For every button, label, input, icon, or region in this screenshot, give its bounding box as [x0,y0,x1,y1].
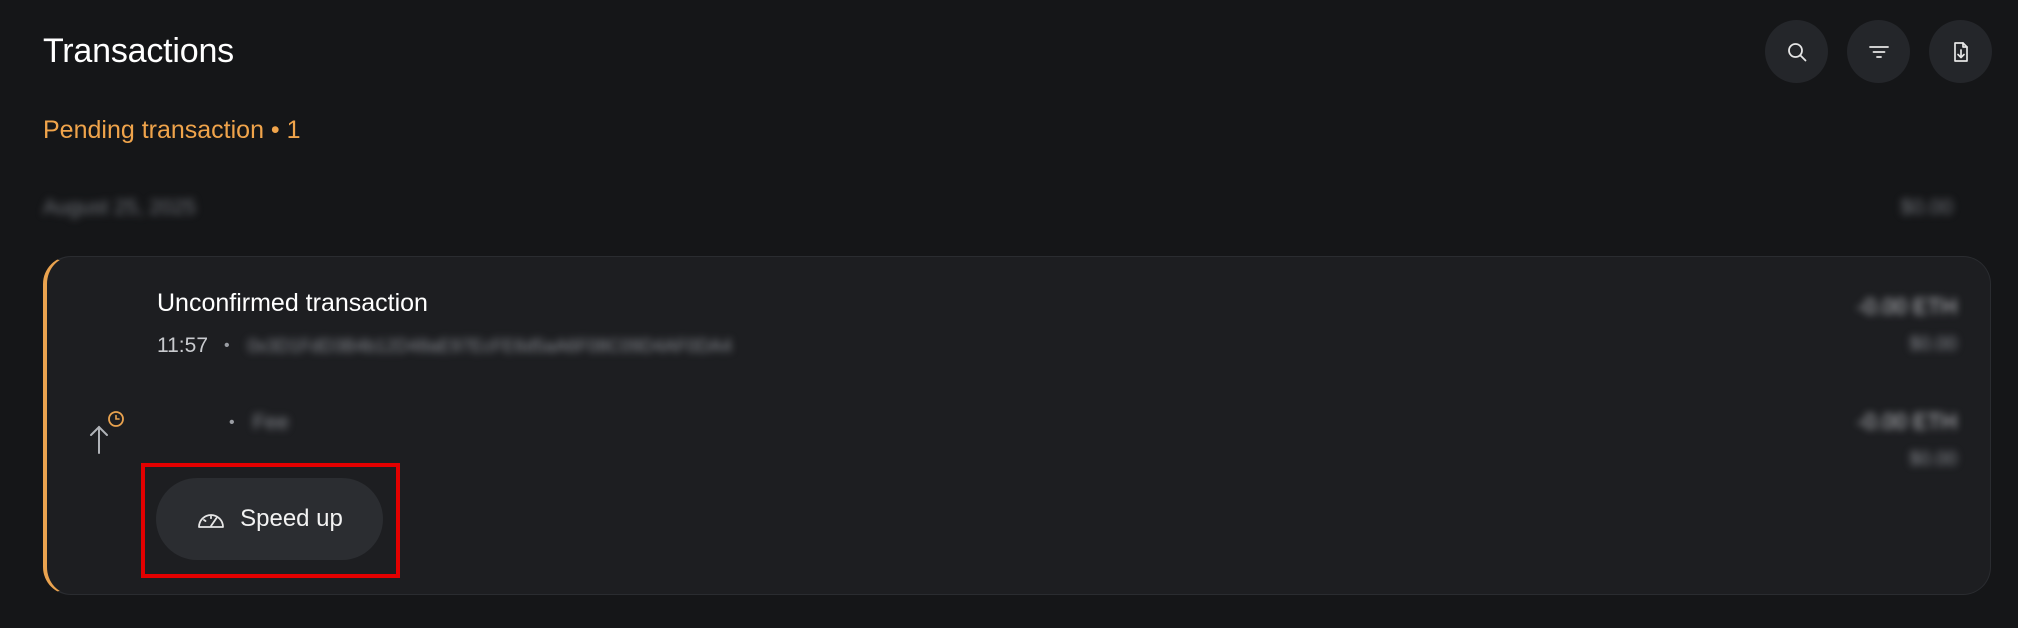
transaction-time: 11:57 [157,334,208,357]
page-title: Transactions [43,32,234,70]
export-icon [1953,41,1968,62]
fee-label: Fee [252,411,289,434]
header-actions [1765,20,1992,83]
fee-amount: -0.00 ETH $0.00 [1857,403,1957,479]
separator-dot: • [229,414,235,431]
transaction-hash: 0x3D1FdD3B4b12D48aE97EcFE6d5aA6F08C09D4A… [247,335,732,356]
group-date: August 25, 2025 [43,196,196,219]
filter-icon [1868,45,1889,58]
transaction-amount: -0.00 ETH $0.00 [1857,288,1957,364]
speed-up-button[interactable]: Speed up [156,478,383,560]
fee-amount-fiat: $0.00 [1909,449,1957,470]
transactions-page: Transactions Pending transaction • 1 Aug… [0,0,2018,628]
export-button[interactable] [1929,20,1992,83]
date-group-header: August 25, 2025 $0.00 [43,196,1953,220]
pending-transactions-label: Pending transaction • 1 [43,116,301,144]
transaction-title: Unconfirmed transaction [157,289,428,317]
transaction-meta: 11:57 • 0x3D1FdD3B4b12D48aE97EcFE6d5aA6F… [157,334,732,358]
search-icon [1787,42,1806,61]
fee-amount-crypto: -0.00 ETH [1856,409,1957,434]
search-button[interactable] [1765,20,1828,83]
pending-send-icon [90,411,124,454]
fee-row: • Fee [229,411,289,435]
transaction-amount-fiat: $0.00 [1909,334,1957,355]
speedometer-icon [198,514,225,528]
speed-up-label: Speed up [240,505,343,532]
pending-transaction-card[interactable]: Unconfirmed transaction 11:57 • 0x3D1FdD… [43,256,1991,595]
transaction-amount-crypto: -0.00 ETH [1856,294,1957,319]
filter-button[interactable] [1847,20,1910,83]
separator-dot: • [224,337,230,354]
group-total: $0.00 [1900,196,1953,219]
